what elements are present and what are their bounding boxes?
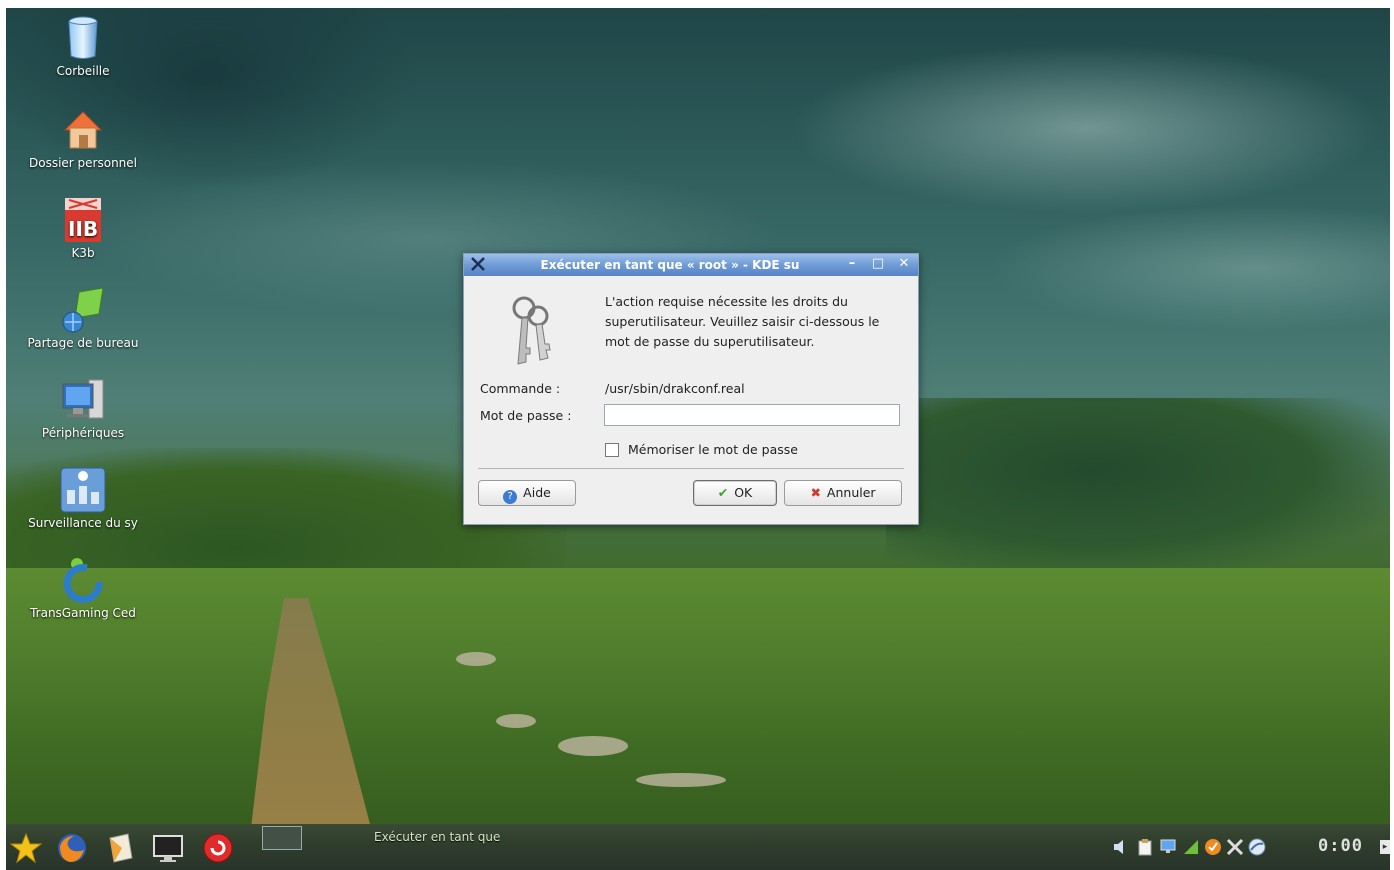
desktop-icon-system-monitor[interactable]: Surveillance du sy bbox=[0, 466, 168, 530]
dialog-title: Exécuter en tant que « root » - KDE su bbox=[540, 258, 800, 272]
desktop-icon-home[interactable]: Dossier personnel bbox=[0, 106, 168, 170]
minimize-button[interactable]: – bbox=[844, 256, 860, 272]
network-monitor-icon[interactable] bbox=[1160, 838, 1178, 856]
panel-arrow-icon[interactable]: ▸ bbox=[1380, 840, 1390, 854]
help-button[interactable]: ? Aide bbox=[478, 480, 576, 506]
kde-x-icon[interactable] bbox=[470, 256, 486, 272]
cancel-button-label: Annuler bbox=[826, 485, 876, 500]
password-field[interactable] bbox=[604, 404, 900, 426]
terminal-monitor-icon[interactable] bbox=[152, 832, 184, 864]
keys-icon bbox=[504, 294, 564, 366]
update-icon[interactable] bbox=[1204, 838, 1222, 856]
close-button[interactable]: ✕ bbox=[896, 256, 912, 272]
taskbar: Exécuter en tant que 0:00 ▸ bbox=[6, 824, 1390, 870]
dialog-message: L'action requise nécessite les droits du… bbox=[605, 294, 880, 349]
trash-icon bbox=[59, 14, 107, 62]
help-icon: ? bbox=[503, 490, 518, 504]
taskbar-task-kdesu[interactable]: Exécuter en tant que bbox=[374, 830, 500, 844]
red-app-icon[interactable] bbox=[202, 832, 234, 864]
transgaming-icon bbox=[59, 556, 107, 604]
system-monitor-icon bbox=[59, 466, 107, 514]
desktop-icon-desktop-sharing[interactable]: Partage de bureau bbox=[0, 286, 168, 350]
cancel-x-icon: ✖ bbox=[810, 485, 821, 500]
signal-icon[interactable] bbox=[1182, 838, 1200, 856]
desktop-icon-k3b[interactable]: IIB K3b bbox=[0, 196, 168, 260]
svg-text:IIB: IIB bbox=[68, 217, 98, 241]
globe-icon[interactable] bbox=[1248, 838, 1266, 856]
remember-password-label[interactable]: Mémoriser le mot de passe bbox=[628, 442, 798, 457]
clock[interactable]: 0:00 bbox=[1318, 836, 1363, 856]
devices-icon bbox=[59, 376, 107, 424]
remember-password-checkbox[interactable] bbox=[605, 443, 619, 457]
desktop-sharing-icon bbox=[59, 286, 107, 334]
tools-icon[interactable] bbox=[1226, 838, 1244, 856]
desktop-icon-trash[interactable]: Corbeille bbox=[0, 14, 168, 78]
file-manager-icon[interactable] bbox=[104, 832, 136, 864]
ok-button-label: OK bbox=[734, 485, 753, 500]
k3b-icon: IIB bbox=[59, 196, 107, 244]
password-label: Mot de passe : bbox=[480, 408, 572, 423]
firefox-icon[interactable] bbox=[56, 832, 88, 864]
cancel-button[interactable]: ✖ Annuler bbox=[784, 480, 902, 506]
kdesu-dialog: Exécuter en tant que « root » - KDE su –… bbox=[463, 253, 919, 525]
maximize-button[interactable]: □ bbox=[870, 256, 886, 272]
ok-button[interactable]: ✔ OK bbox=[693, 480, 777, 506]
desktop-icon-transgaming[interactable]: TransGaming Ced bbox=[0, 556, 168, 620]
desktop-icon-devices[interactable]: Périphériques bbox=[0, 376, 168, 440]
dialog-separator bbox=[478, 468, 904, 469]
command-label: Commande : bbox=[480, 381, 561, 396]
pager-desktop-1[interactable] bbox=[262, 826, 302, 850]
command-value: /usr/sbin/drakconf.real bbox=[605, 381, 745, 396]
home-folder-icon bbox=[59, 106, 107, 154]
clipboard-icon[interactable] bbox=[1136, 838, 1154, 856]
checkmark-icon: ✔ bbox=[717, 485, 729, 500]
volume-icon[interactable] bbox=[1112, 838, 1130, 856]
dialog-titlebar[interactable]: Exécuter en tant que « root » - KDE su –… bbox=[464, 254, 918, 276]
help-button-label: Aide bbox=[523, 485, 551, 500]
kde-menu-star-icon[interactable] bbox=[9, 832, 43, 864]
